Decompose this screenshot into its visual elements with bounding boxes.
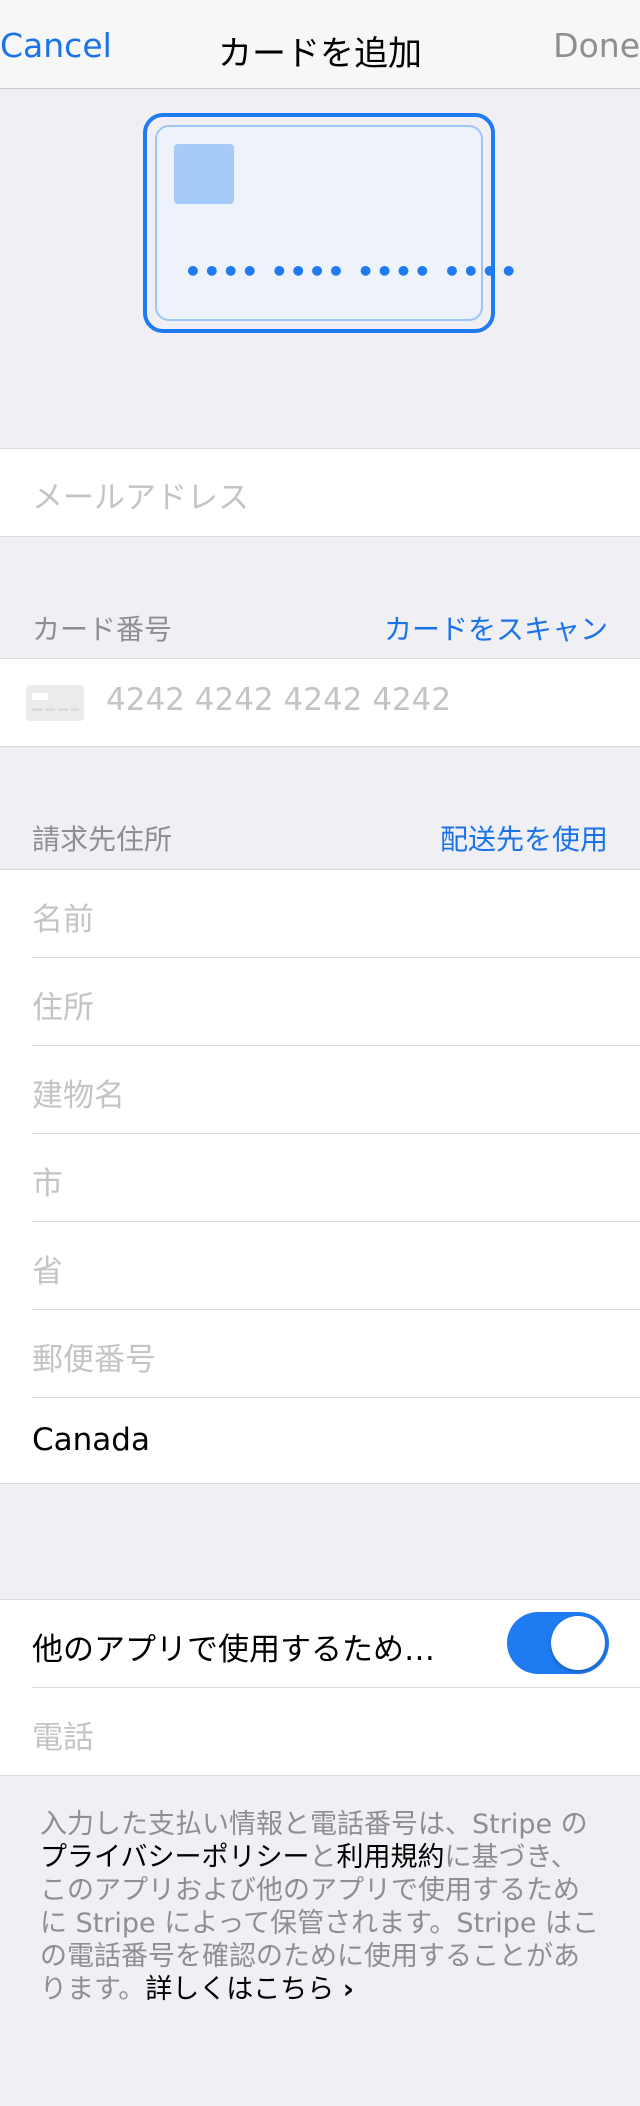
divider — [0, 746, 640, 747]
city-field[interactable] — [0, 1134, 640, 1221]
disclosure-text-part: と — [309, 1842, 337, 1873]
scan-card-button[interactable]: カードをスキャン — [384, 608, 608, 648]
done-button[interactable]: Done — [553, 26, 640, 65]
learn-more-link[interactable]: 詳しくはこちら — [145, 1974, 334, 2005]
country-value: Canada — [32, 1422, 150, 1458]
disclosure-text: 入力した支払い情報と電話番号は、Stripe のプライバシーポリシーと利用規約に… — [40, 1808, 600, 2006]
billing-section-label: 請求先住所 — [32, 823, 173, 856]
credit-card-icon — [26, 685, 84, 721]
province-field[interactable] — [0, 1222, 640, 1309]
phone-placeholder: 電話 — [32, 1720, 94, 1756]
divider — [0, 1775, 640, 1776]
address-placeholder: 住所 — [32, 990, 94, 1026]
disclosure-text-part: 入力した支払い情報と電話番号は、Stripe の — [40, 1809, 588, 1840]
card-number-mask: •••• •••• •••• •••• — [184, 255, 519, 288]
card-number-placeholder: 4242 4242 4242 4242 — [106, 682, 452, 718]
cancel-button[interactable]: Cancel — [0, 26, 112, 65]
divider — [0, 1483, 640, 1484]
card-chip-icon — [174, 144, 234, 204]
building-placeholder: 建物名 — [32, 1078, 125, 1114]
name-placeholder: 名前 — [32, 902, 94, 938]
name-field[interactable] — [0, 870, 640, 957]
postal-code-placeholder: 郵便番号 — [32, 1342, 156, 1378]
email-placeholder: メールアドレス — [32, 480, 249, 516]
phone-field[interactable] — [0, 1688, 640, 1775]
terms-link[interactable]: 利用規約 — [336, 1842, 444, 1873]
card-number-section-label: カード番号 — [32, 613, 173, 646]
toggle-knob — [551, 1616, 605, 1670]
city-placeholder: 市 — [32, 1166, 63, 1202]
privacy-policy-link[interactable]: プライバシーポリシー — [40, 1842, 309, 1873]
use-shipping-address-button[interactable]: 配送先を使用 — [440, 818, 608, 858]
province-placeholder: 省 — [32, 1254, 63, 1290]
address-field[interactable] — [0, 958, 640, 1045]
save-info-label: 他のアプリで使用するため… — [32, 1632, 435, 1668]
chevron-right-icon: › — [342, 1974, 355, 2005]
save-info-toggle[interactable] — [507, 1612, 609, 1674]
divider — [0, 536, 640, 537]
